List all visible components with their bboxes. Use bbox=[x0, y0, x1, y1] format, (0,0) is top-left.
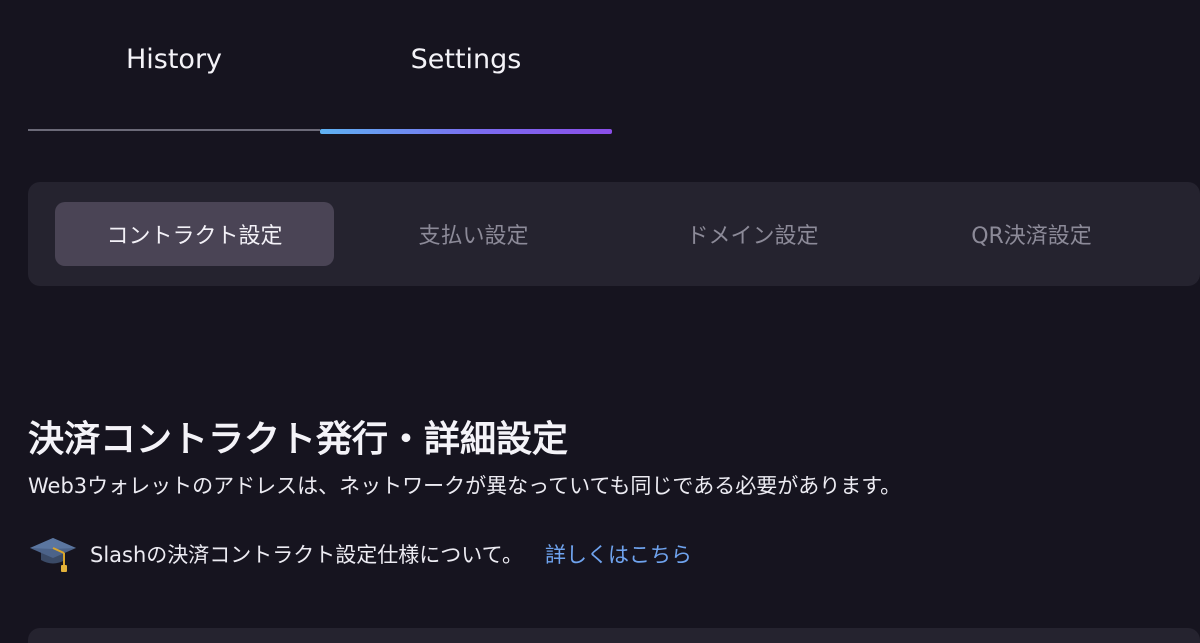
tab-history[interactable]: History bbox=[28, 0, 320, 134]
section-description: Web3ウォレットのアドレスは、ネットワークが異なっていても同じである必要があり… bbox=[28, 474, 902, 498]
graduation-cap-icon bbox=[28, 532, 78, 576]
segment-contract-settings-label: コントラクト設定 bbox=[106, 224, 283, 249]
active-tab-indicator bbox=[320, 129, 612, 134]
settings-segmented-control: コントラクト設定 支払い設定 ドメイン設定 QR決済設定 bbox=[28, 182, 1200, 286]
details-link[interactable]: 詳しくはこちら bbox=[545, 539, 692, 569]
section-title: 決済コントラクト発行・詳細設定 bbox=[28, 419, 569, 460]
segment-qr-payment-settings[interactable]: QR決済設定 bbox=[892, 202, 1171, 266]
spec-info-text: Slashの決済コントラクト設定仕様について。 bbox=[90, 543, 524, 567]
contract-settings-card bbox=[28, 628, 1200, 643]
spec-info-row: Slashの決済コントラクト設定仕様について。 詳しくはこちら bbox=[28, 534, 692, 574]
main-tabs: History Settings bbox=[28, 0, 612, 134]
segment-qr-payment-settings-label: QR決済設定 bbox=[971, 224, 1092, 249]
tab-history-label: History bbox=[125, 43, 223, 75]
tab-settings-label: Settings bbox=[410, 43, 522, 75]
segment-domain-settings[interactable]: ドメイン設定 bbox=[613, 202, 892, 266]
settings-page: History Settings コントラクト設定 支払い設定 ドメイン設定 Q… bbox=[0, 0, 1200, 643]
segment-domain-settings-label: ドメイン設定 bbox=[686, 224, 819, 249]
tabs-divider bbox=[28, 129, 320, 131]
segment-payment-settings[interactable]: 支払い設定 bbox=[334, 202, 613, 266]
segment-contract-settings[interactable]: コントラクト設定 bbox=[55, 202, 334, 266]
tab-settings[interactable]: Settings bbox=[320, 0, 612, 134]
segment-payment-settings-label: 支払い設定 bbox=[418, 224, 529, 249]
